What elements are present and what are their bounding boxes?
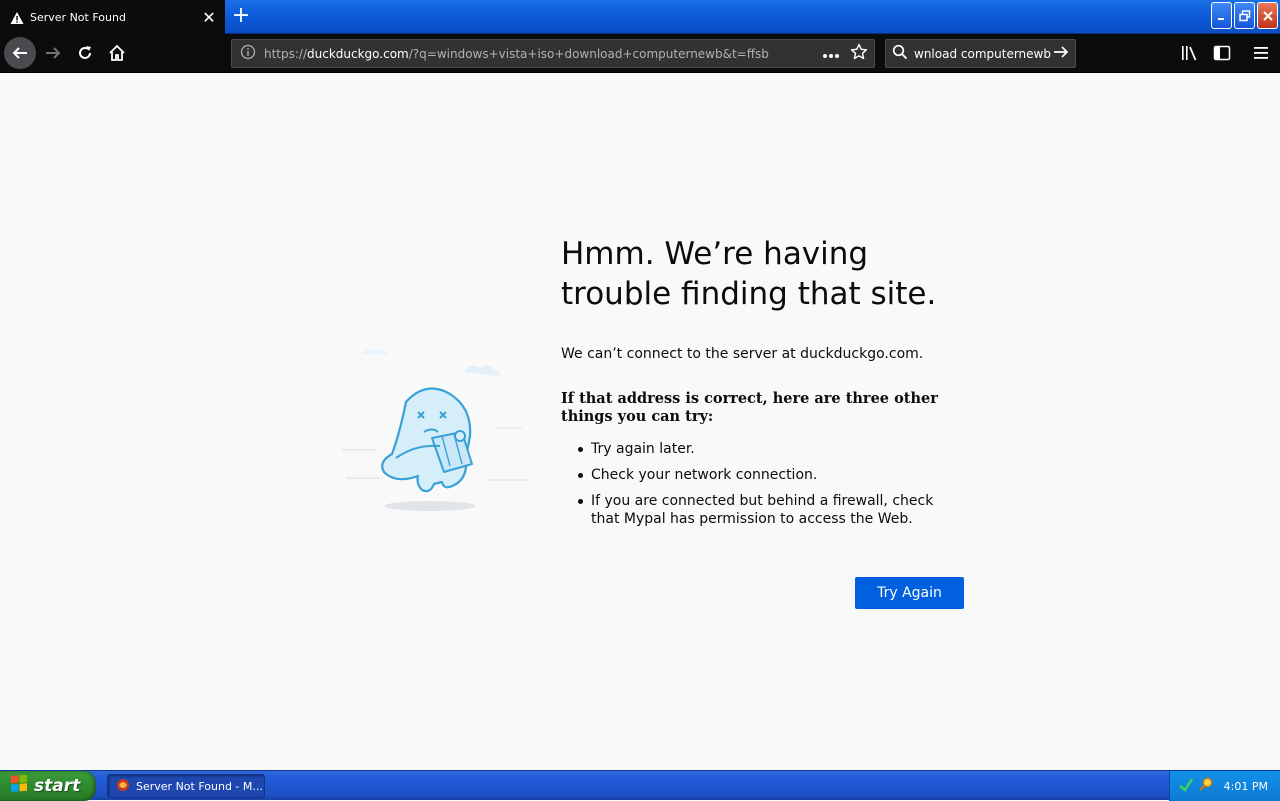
reload-icon [79,46,91,59]
minimize-icon [1217,17,1224,20]
clock: 4:01 PM [1223,779,1268,793]
error-message-box: Hmm. We’re having trouble finding that s… [561,234,966,536]
tab-strip: Server Not Found ✕ + [0,0,1280,34]
home-button[interactable] [102,38,132,68]
page-content: Hmm. We’re having trouble finding that s… [0,74,1280,770]
back-arrow-icon [12,47,27,59]
taskbar-item-label: Server Not Found - M... [136,779,263,793]
restore-button[interactable] [1234,2,1255,29]
windows-logo-icon [10,774,28,797]
suggestions-list: Try again later. Check your network conn… [561,440,966,528]
menu-hamburger-icon[interactable] [1251,43,1271,63]
error-description: We can’t connect to the server at duckdu… [561,346,924,362]
forward-button[interactable] [38,38,68,68]
restore-icon [1238,9,1250,21]
close-window-button[interactable] [1257,2,1278,29]
search-go-arrow-icon[interactable] [1053,44,1069,64]
try-again-button[interactable]: Try Again [855,577,964,609]
window-controls [1211,2,1278,29]
error-title: Hmm. We’re having trouble finding that s… [561,236,937,312]
home-icon [109,44,125,61]
url-bar[interactable]: https://duckduckgo.com/?q=windows+vista+… [231,39,875,68]
warning-icon [10,10,24,24]
list-item: If you are connected but behind a firewa… [561,492,966,528]
reload-button[interactable] [70,38,100,68]
tab-close-icon[interactable]: ✕ [201,8,217,27]
url-text[interactable]: https://duckduckgo.com/?q=windows+vista+… [264,47,822,61]
taskbar: start Server Not Found - M... 4:01 PM [0,770,1280,801]
sidebar-toggle-icon[interactable] [1212,43,1232,63]
navigation-toolbar: https://duckduckgo.com/?q=windows+vista+… [0,34,1280,73]
list-item: Try again later. [561,440,966,458]
search-input[interactable]: wnload computernewb [914,47,1053,61]
back-button[interactable] [4,37,36,69]
close-icon [1262,10,1273,21]
new-tab-button[interactable]: + [230,5,252,27]
system-tray: 4:01 PM [1169,771,1280,801]
start-button[interactable]: start [0,771,96,801]
search-tray-icon[interactable] [1198,776,1214,796]
browser-app-icon [116,777,130,796]
minimize-button[interactable] [1211,2,1232,29]
info-icon[interactable] [240,44,256,64]
bookmark-star-icon[interactable] [850,43,868,65]
tab-title: Server Not Found [30,10,126,24]
search-icon [892,44,908,64]
suggestions-heading: If that address is correct, here are thr… [561,390,938,425]
network-icon[interactable] [1178,776,1194,796]
taskbar-item-browser[interactable]: Server Not Found - M... [107,774,265,798]
search-bar[interactable]: wnload computernewb [885,39,1076,68]
forward-arrow-icon [46,47,61,59]
list-item: Check your network connection. [561,466,966,484]
start-label: start [34,776,81,796]
library-icon[interactable] [1180,43,1200,63]
tab-server-not-found[interactable]: Server Not Found ✕ [0,0,225,34]
error-illustration [336,340,532,520]
page-actions-icon[interactable] [822,44,840,63]
